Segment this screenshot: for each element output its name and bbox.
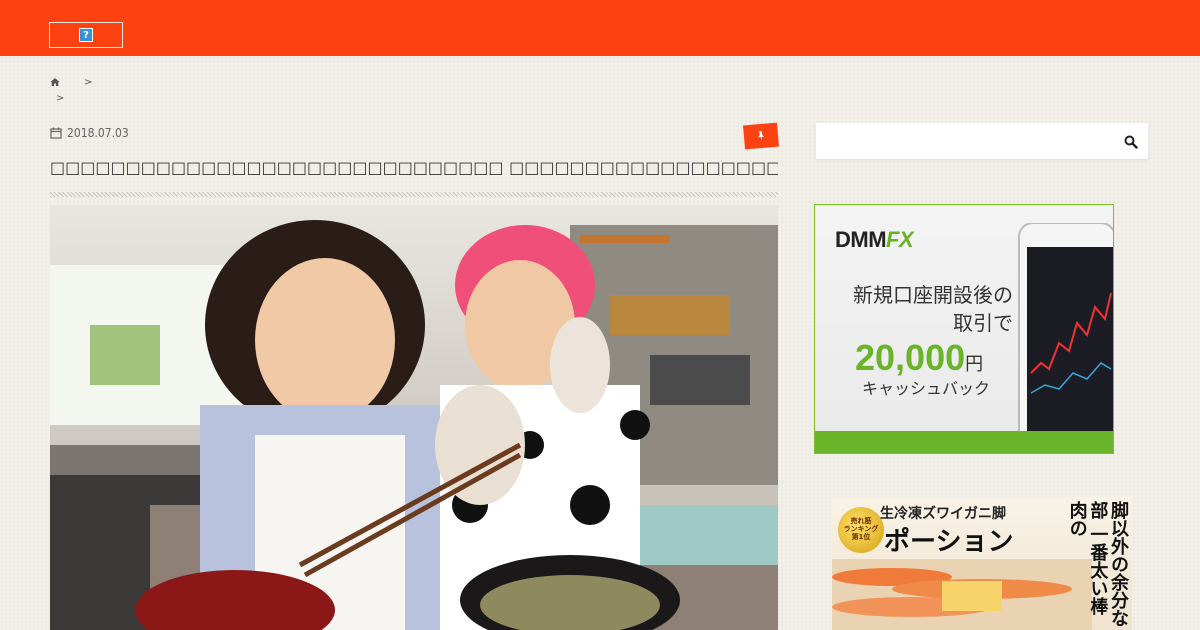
category-badge[interactable] bbox=[743, 122, 779, 150]
ad-vertical-text: 脚以外の余分な部 一番太い棒肉の bbox=[1066, 501, 1129, 627]
breadcrumb-separator: > bbox=[56, 92, 65, 104]
smartphone-image bbox=[1018, 223, 1113, 453]
title-divider bbox=[50, 192, 778, 197]
post-date: 2018.07.03 bbox=[50, 126, 129, 140]
post-date-text: 2018.07.03 bbox=[67, 126, 129, 140]
site-logo-broken-image-icon: ? bbox=[79, 28, 93, 42]
search-icon[interactable] bbox=[1124, 134, 1138, 149]
post-title: □□□□□□□□□□□□□□□□□□□□□□□□□□□□□□ □□□□□□□□□… bbox=[50, 158, 778, 177]
dmm-fx-logo: DMMFX bbox=[835, 227, 914, 252]
pin-icon bbox=[758, 130, 765, 141]
search-input[interactable] bbox=[824, 129, 1114, 153]
ad-footer-bar bbox=[815, 431, 1113, 453]
calendar-icon bbox=[50, 127, 62, 139]
breadcrumb-separator: > bbox=[84, 76, 93, 88]
home-icon[interactable] bbox=[50, 77, 60, 87]
ad-title: ポーション bbox=[884, 527, 1014, 557]
ad-amount: 20,000円 bbox=[855, 337, 984, 378]
post-featured-image bbox=[50, 205, 778, 630]
search-box bbox=[816, 123, 1148, 159]
ad-headline: 生冷凍ズワイガニ脚 bbox=[880, 506, 1006, 522]
crab-legs-image bbox=[832, 559, 1092, 630]
site-logo-link[interactable]: ? bbox=[49, 22, 123, 48]
ranking-badge: 売れ筋 ランキング 第1位 bbox=[838, 507, 884, 553]
dmm-fx-ad-banner[interactable]: DMMFX 新規口座開設後の 取引で 20,000円 キャッシュバック bbox=[814, 204, 1114, 454]
breadcrumb: > > bbox=[50, 74, 92, 106]
ad-text-line2: 取引で bbox=[953, 311, 1013, 335]
ad-cashback-text: キャッシュバック bbox=[862, 379, 991, 398]
crab-ad-banner[interactable]: 売れ筋 ランキング 第1位 生冷凍ズワイガニ脚 ポーション 脚以外の余分な部 一… bbox=[832, 497, 1132, 630]
site-header: ? bbox=[0, 0, 1200, 56]
ad-text-line1: 新規口座開設後の bbox=[853, 283, 1013, 307]
